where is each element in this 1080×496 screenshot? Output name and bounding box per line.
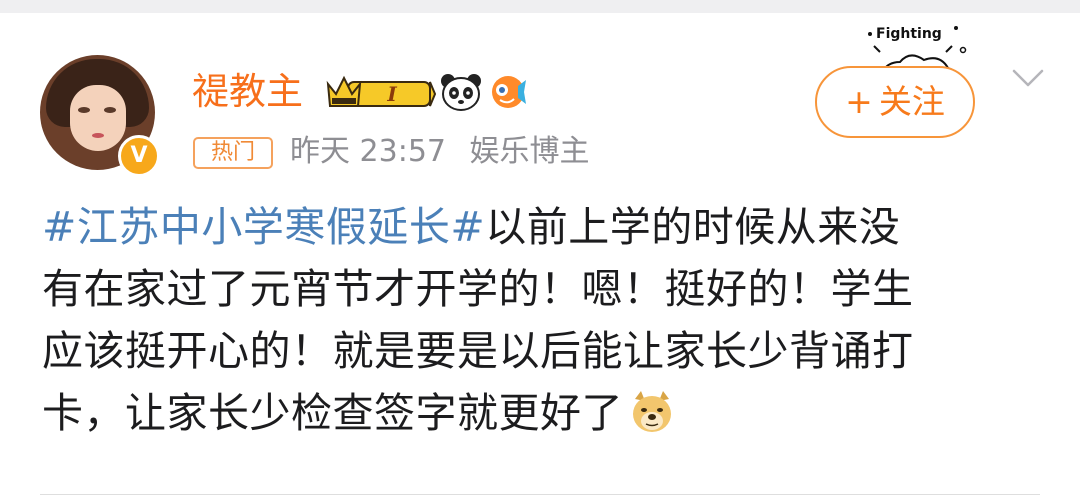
post-meta: 昨天 23:57 娱乐博主 [290, 132, 604, 172]
post-line-1: #江苏中小学寒假延长#以前上学的时候从来没 [42, 196, 1052, 258]
author-name[interactable]: 禔教主 [192, 68, 303, 116]
post-text-1: 以前上学的时候从来没 [485, 203, 901, 251]
post-time: 昨天 23:57 [290, 134, 446, 169]
post-content: #江苏中小学寒假延长#以前上学的时候从来没 有在家过了元宵节才开学的！嗯！挺好的… [42, 196, 1052, 444]
avatar-face [70, 85, 126, 151]
follow-label: 关注 [878, 82, 945, 121]
top-separator-band [0, 0, 1080, 13]
level-text: I [386, 82, 397, 106]
post-line-4: 卡，让家长少检查签字就更好了 [42, 382, 1052, 444]
panda-icon[interactable] [440, 72, 482, 112]
fish-icon[interactable] [488, 72, 528, 112]
doge-emoji-icon [633, 391, 671, 432]
avatar-eye-left [78, 107, 90, 113]
avatar-lips [92, 133, 104, 138]
topic-link[interactable]: #江苏中小学寒假延长# [42, 203, 485, 251]
fighting-text: Fighting [876, 26, 942, 42]
author-title: 娱乐博主 [469, 134, 590, 169]
post-line-3: 应该挺开心的！就是要是以后能让家长少背诵打 [42, 327, 914, 375]
post-line-2: 有在家过了元宵节才开学的！嗯！挺好的！学生 [42, 265, 914, 313]
avatar-eye-right [104, 107, 116, 113]
post-text-4: 卡，让家长少检查签字就更好了 [42, 389, 623, 437]
verified-badge-icon: V [118, 135, 160, 177]
plus-icon: + [845, 82, 873, 121]
follow-button[interactable]: + 关注 [815, 66, 975, 138]
hot-tag: 热门 [193, 137, 273, 169]
bottom-divider [40, 494, 1040, 495]
chevron-down-icon[interactable] [1010, 66, 1046, 90]
crown-level-icon[interactable]: I [324, 70, 436, 114]
